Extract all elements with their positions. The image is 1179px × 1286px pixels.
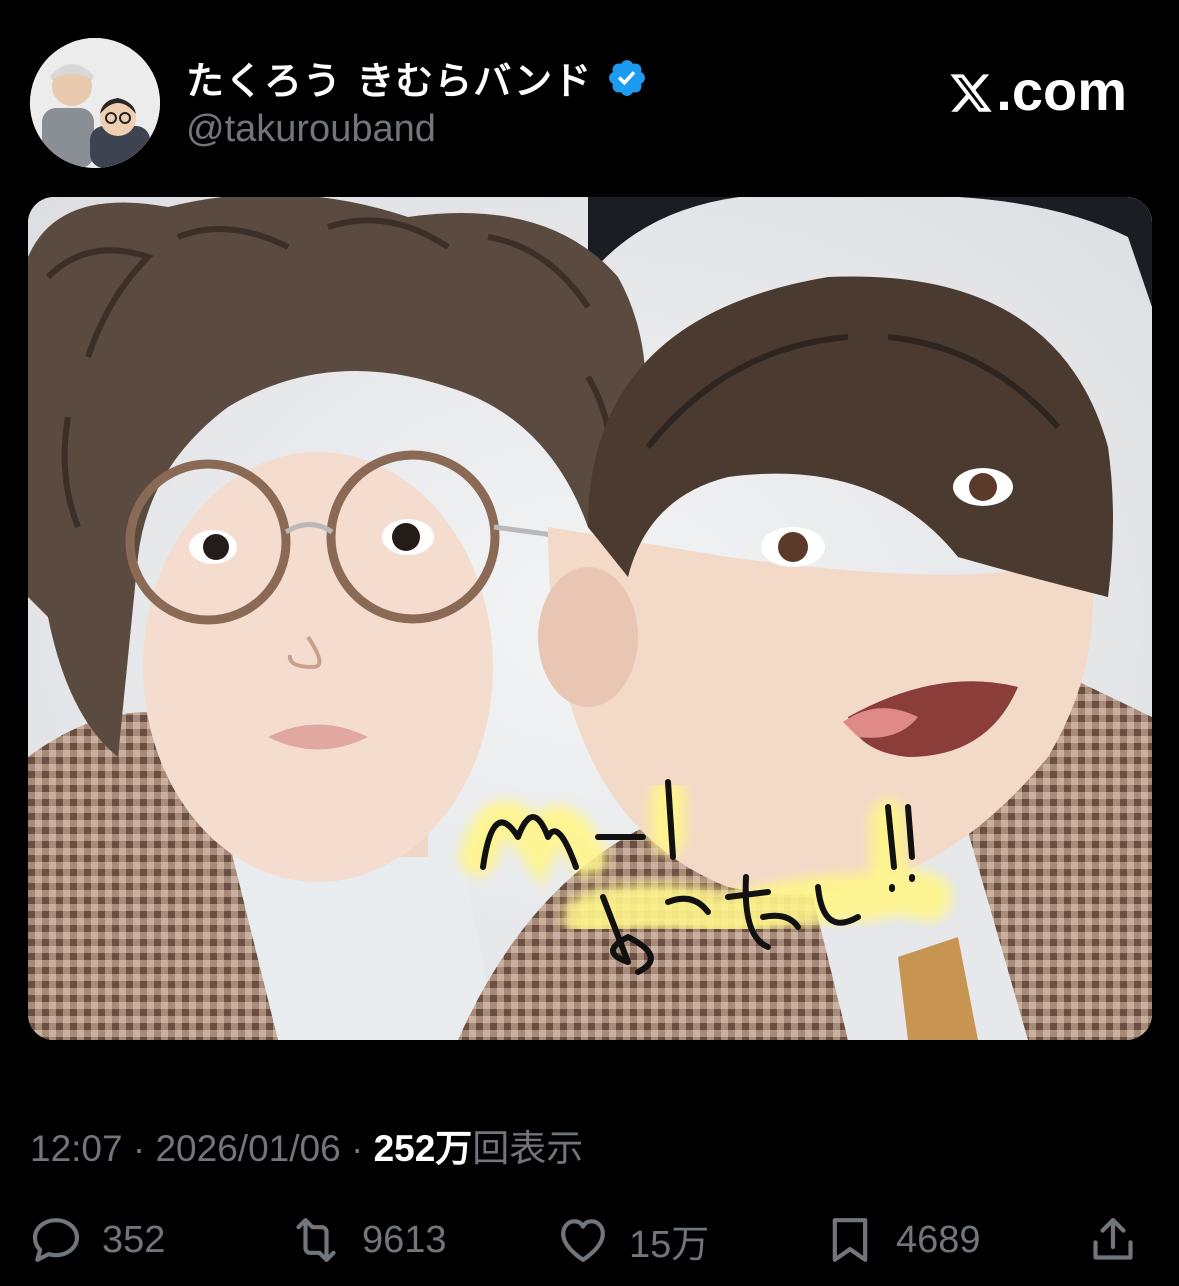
views-label: 回表示 bbox=[472, 1128, 584, 1169]
heart-icon bbox=[561, 1219, 605, 1262]
x-logo-icon bbox=[950, 74, 993, 112]
x-com-brand: .com bbox=[948, 58, 1127, 123]
post-time[interactable]: 12:07 bbox=[30, 1128, 123, 1169]
repost-count: 9613 bbox=[362, 1218, 447, 1261]
share-icon bbox=[1093, 1218, 1133, 1260]
photo-illustration bbox=[28, 197, 1152, 1040]
reply-icon bbox=[32, 1218, 80, 1262]
bookmark-button[interactable]: 4689 bbox=[822, 1205, 981, 1275]
like-count: 15万 bbox=[629, 1223, 710, 1266]
post-date[interactable]: 2026/01/06 bbox=[155, 1128, 340, 1169]
post-image[interactable] bbox=[28, 197, 1152, 1040]
repost-icon bbox=[296, 1218, 336, 1262]
repost-button[interactable]: 9613 bbox=[288, 1205, 447, 1275]
verified-badge-icon bbox=[606, 57, 648, 99]
author-name-row[interactable]: たくろう きむらバンド bbox=[186, 50, 648, 105]
author-avatar[interactable] bbox=[30, 38, 160, 168]
meta-separator-2: · bbox=[340, 1128, 374, 1169]
meta-separator-1: · bbox=[122, 1128, 156, 1169]
share-button[interactable] bbox=[1085, 1205, 1141, 1275]
avatar-photo-icon bbox=[30, 38, 160, 168]
post-screenshot: たくろう きむらバンド @takurouband .com 12:07 · 20… bbox=[0, 0, 1179, 1286]
author-display-name[interactable]: たくろう きむらバンド bbox=[186, 50, 592, 105]
like-button[interactable]: 15万 bbox=[555, 1205, 709, 1275]
post-meta: 12:07 · 2026/01/06 · 252万回表示 bbox=[30, 1118, 583, 1172]
bookmark-count: 4689 bbox=[896, 1218, 981, 1261]
views-count: 252万 bbox=[373, 1128, 473, 1169]
action-bar: 352 9613 15万 4689 bbox=[0, 1205, 1179, 1275]
reply-count: 352 bbox=[102, 1218, 166, 1261]
author-handle[interactable]: @takurouband bbox=[186, 108, 436, 151]
reply-button[interactable]: 352 bbox=[28, 1205, 165, 1275]
brand-label: .com bbox=[996, 59, 1127, 122]
bookmark-icon bbox=[832, 1218, 868, 1262]
